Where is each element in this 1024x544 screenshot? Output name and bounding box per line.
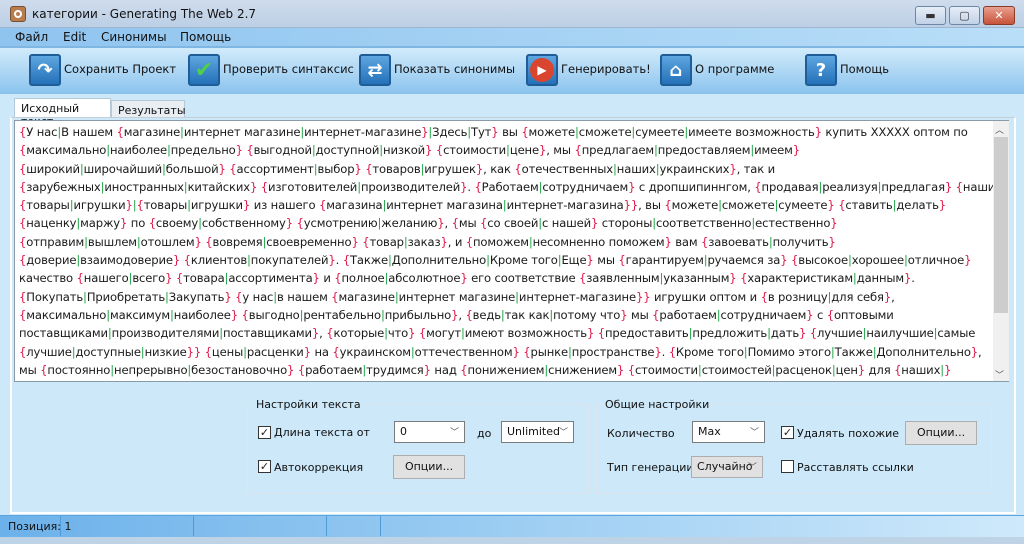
text-options-button[interactable]: Опции... [393, 455, 465, 479]
editor-line: {клиентов|клиентов|потребителей|покупате… [19, 379, 993, 381]
maximize-button[interactable]: ▢ [949, 6, 980, 25]
text-settings-legend: Настройки текста [256, 398, 361, 411]
editor-line: {максимально|максимум|наиболее} {выгодно… [19, 307, 894, 322]
chevron-down-icon: ﹀ [449, 428, 459, 438]
place-links-label: Расставлять ссылки [797, 461, 914, 474]
to-label: до [477, 427, 492, 440]
status-bar [0, 515, 1024, 537]
autocorrect-label: Автокоррекция [274, 461, 364, 474]
count-label: Количество [607, 427, 675, 440]
length-label: Длина текста от [274, 426, 370, 439]
editor-line: {У нас|В нашем {магазине|интернет магази… [19, 125, 968, 139]
scroll-up-icon[interactable]: ︿ [995, 123, 1004, 136]
generation-type-select[interactable]: Случайно ﹀ [691, 456, 763, 478]
editor-line: качество {нашего|всего} {товара|ассортим… [19, 271, 915, 286]
tab-results[interactable]: Результаты [111, 100, 186, 118]
toolbar-button-label[interactable]: Помощь [840, 62, 889, 76]
window-bottom-border [0, 537, 1024, 544]
length-checkbox[interactable]: ✓ [258, 426, 271, 439]
length-from-select[interactable]: 0 ﹀ [394, 421, 465, 443]
home-icon[interactable]: ⌂ [660, 54, 692, 86]
editor-line: {зарубежных|иностранных|китайских} {изго… [19, 179, 993, 194]
minimize-button[interactable]: ▬ [915, 6, 946, 25]
status-position: Позиция: 1 [8, 520, 72, 533]
editor-line: {отправим|вышлем|отошлем} {вовремя|своев… [19, 234, 836, 249]
toolbar-button-label[interactable]: Сохранить Проект [64, 62, 176, 76]
editor-line: {широкий|широчайший|большой} {ассортимен… [19, 161, 776, 176]
count-select[interactable]: Max ﹀ [692, 421, 765, 443]
chevron-down-icon: ﹀ [749, 428, 759, 438]
status-divider [380, 516, 381, 536]
scroll-down-icon[interactable]: ﹀ [995, 368, 1004, 381]
general-settings-group: Общие настройки [596, 398, 992, 494]
menu-help[interactable]: Помощь [180, 30, 231, 44]
toolbar-button-label[interactable]: Проверить синтаксис [223, 62, 354, 76]
chevron-down-icon: ﹀ [747, 463, 757, 473]
menu-file[interactable]: Файл [15, 30, 48, 44]
editor-line: {максимально|наиболее|предельно} {выгодн… [19, 143, 800, 158]
menu-synonyms[interactable]: Синонимы [101, 30, 167, 44]
chevron-down-icon: ﹀ [558, 428, 568, 438]
menu-edit[interactable]: Edit [63, 30, 86, 44]
save-icon[interactable]: ↷ [29, 54, 61, 86]
editor-line: поставщиками|производителями|поставщикам… [19, 326, 976, 341]
play-icon[interactable]: ▶ [526, 54, 558, 86]
length-to-select[interactable]: Unlimited ﹀ [501, 421, 574, 443]
tab-source-text[interactable]: Исходный текст [14, 98, 111, 128]
status-divider [326, 516, 327, 536]
toolbar-button-label[interactable]: Генерировать! [561, 62, 651, 76]
place-links-checkbox[interactable] [781, 460, 794, 473]
length-from-value: 0 [400, 425, 407, 438]
editor-line: {наценку|маржу} по {своему|собственному}… [19, 216, 838, 231]
generation-type-value: Случайно [697, 460, 753, 473]
remove-similar-label: Удалять похожие [797, 427, 900, 440]
close-button[interactable]: ✕ [983, 6, 1015, 25]
generation-type-label: Тип генерации [607, 461, 694, 474]
text-settings-group: Настройки текста [247, 398, 589, 494]
app-icon[interactable] [10, 6, 26, 22]
editor-line: {Покупать|Приобретать|Закупать} {у нас|в… [19, 289, 895, 304]
editor-line: мы {постоянно|непрерывно|безостановочно}… [19, 362, 952, 377]
source-text-editor[interactable]: {У нас|В нашем {магазине|интернет магази… [14, 120, 1009, 382]
toolbar-button-label[interactable]: О программе [695, 62, 774, 76]
editor-line: {доверие|взаимодоверие} {клиентов|покупа… [19, 253, 972, 268]
autocorrect-checkbox[interactable]: ✓ [258, 460, 271, 473]
length-to-value: Unlimited [507, 425, 560, 438]
window-title: категории - Generating The Web 2.7 [32, 7, 257, 21]
status-divider [193, 516, 194, 536]
checkmark-icon[interactable]: ✔ [188, 54, 220, 86]
count-value: Max [698, 425, 721, 438]
toolbar-button-label[interactable]: Показать синонимы [394, 62, 515, 76]
remove-similar-checkbox[interactable]: ✓ [781, 426, 794, 439]
general-settings-legend: Общие настройки [605, 398, 710, 411]
help-icon[interactable]: ? [805, 54, 837, 86]
scrollbar-thumb[interactable] [994, 137, 1008, 313]
editor-line: {лучшие|доступные|низкие}} {цены|расценк… [19, 344, 982, 359]
general-options-button[interactable]: Опции... [905, 421, 977, 445]
editor-line: {товары|игрушки}|{товары|игрушки} из наш… [19, 198, 946, 213]
synonyms-icon[interactable]: ⇄ [359, 54, 391, 86]
